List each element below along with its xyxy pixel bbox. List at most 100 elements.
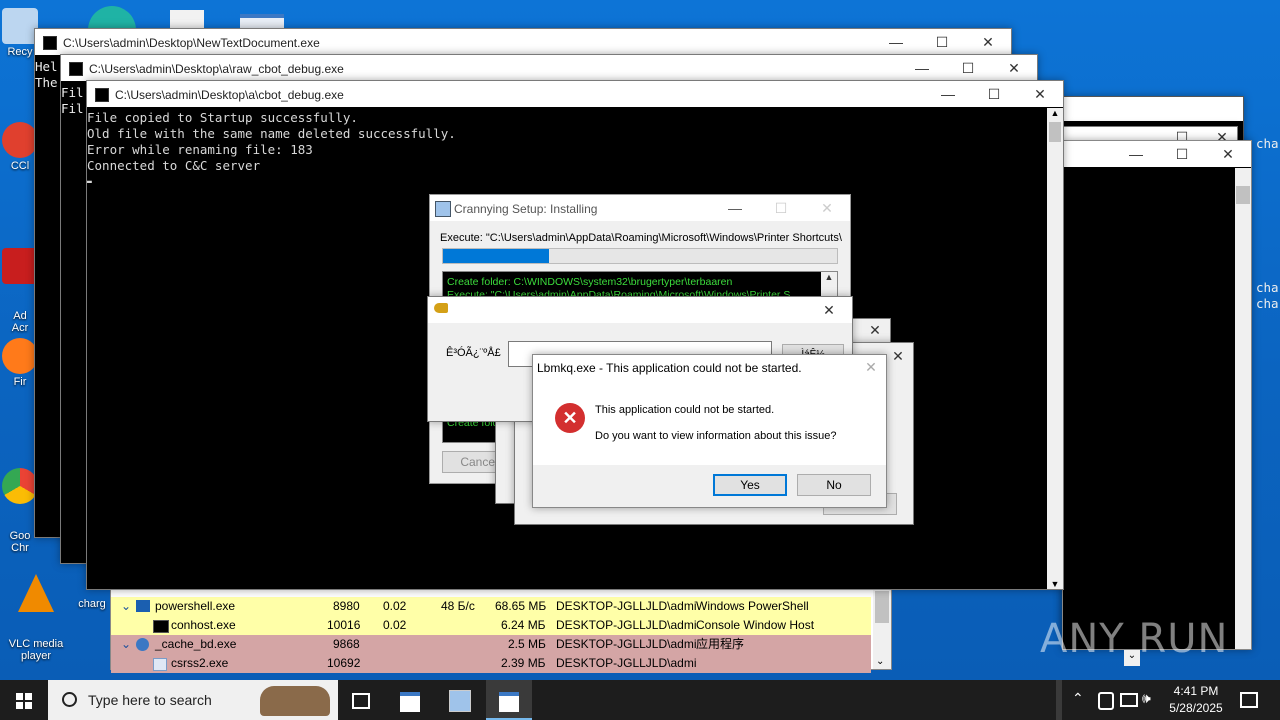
window-close-button[interactable]: ✕: [965, 29, 1011, 55]
install-progress-bar: [442, 248, 838, 264]
process-name: csrss2.exe: [171, 656, 229, 670]
window-close-button[interactable]: ✕: [883, 343, 913, 369]
table-row[interactable]: ⌄ powershell.exe 8980 0.02 48 Б/с 68.65 …: [111, 597, 871, 616]
no-button[interactable]: No: [797, 474, 871, 496]
window-close-button[interactable]: ✕: [991, 55, 1037, 81]
file-icon[interactable]: [170, 10, 204, 30]
clock[interactable]: 4:41 PM 5/28/2025: [1164, 683, 1228, 717]
window-close-button[interactable]: ✕: [806, 297, 852, 323]
volume-icon[interactable]: 🕪: [1142, 690, 1151, 707]
window-titlebar[interactable]: ✕: [428, 297, 852, 323]
show-hidden-icons-chevron-icon[interactable]: ⌃: [1072, 690, 1084, 707]
error-dialog[interactable]: Lbmkq.exe - This application could not b…: [532, 354, 887, 508]
window-minimize-button[interactable]: —: [925, 81, 971, 107]
process-memory: 6.24 МБ: [501, 618, 546, 632]
notification-center-icon[interactable]: [1240, 692, 1258, 708]
ccleaner-icon: [2, 122, 38, 158]
network-icon[interactable]: [1098, 692, 1114, 710]
table-row[interactable]: ⌄ _cache_bd.exe 9868 2.5 МБ DESKTOP-JGLL…: [111, 635, 871, 654]
process-user: DESKTOP-JGLLJLD\admi: [556, 656, 697, 670]
process-user: DESKTOP-JGLLJLD\admi: [556, 599, 697, 613]
taskbar-divider: [1056, 680, 1062, 720]
window-minimize-button[interactable]: —: [1113, 141, 1159, 167]
window-maximize-button[interactable]: ☐: [758, 195, 804, 221]
search-icon: [62, 692, 77, 707]
console-icon: [69, 62, 83, 76]
window-maximize-button[interactable]: ☐: [1159, 141, 1205, 167]
windows-logo-icon: [16, 693, 32, 709]
scroll-down-icon[interactable]: ⌄: [1124, 650, 1140, 666]
process-name: conhost.exe: [171, 618, 236, 632]
console-app-icon: [499, 692, 519, 712]
process-memory: 2.39 МБ: [501, 656, 546, 670]
console-cursor: ▬: [87, 177, 92, 186]
process-pid: 8980: [333, 599, 360, 613]
window-close-button[interactable]: ✕: [1205, 141, 1251, 167]
window-minimize-button[interactable]: —: [873, 29, 919, 55]
process-description: Windows PowerShell: [696, 599, 809, 613]
network-wired-icon[interactable]: [1120, 693, 1138, 707]
process-cpu: 0.02: [383, 599, 407, 613]
scroll-up-icon[interactable]: ▲: [821, 272, 837, 282]
taskbar-app-explorer[interactable]: [388, 680, 432, 720]
scroll-down-icon[interactable]: ▼: [1047, 579, 1063, 589]
window-close-button[interactable]: ✕: [804, 195, 850, 221]
vertical-scrollbar[interactable]: ▲ ▼: [1047, 108, 1063, 589]
chrome-icon: [2, 468, 38, 504]
expand-chevron-icon[interactable]: ⌄: [121, 635, 131, 654]
process-pid: 10016: [327, 618, 361, 632]
table-row[interactable]: conhost.exe 10016 0.02 6.24 МБ DESKTOP-J…: [111, 616, 871, 635]
window-close-button[interactable]: ✕: [1017, 81, 1063, 107]
console-output: File copied to Startup successfully. Old…: [87, 110, 456, 190]
desktop-icon-charg[interactable]: charg: [70, 598, 114, 610]
right-console-text-mid: cha cha: [1256, 280, 1279, 311]
right-console-window-front[interactable]: ✕ ☐ —: [1062, 140, 1252, 650]
window-title: Crannying Setup: Installing: [454, 202, 598, 216]
vertical-scrollbar[interactable]: [1235, 168, 1251, 649]
recycle-bin-icon: [2, 8, 38, 44]
search-box[interactable]: Type here to search: [48, 680, 338, 720]
process-list-panel[interactable]: ⌄ powershell.exe 8980 0.02 48 Б/с 68.65 …: [110, 580, 892, 673]
log-line: Create folder: C:\WINDOWS\system32\bruge…: [447, 276, 733, 288]
process-name: _cache_bd.exe: [155, 637, 237, 651]
taskbar-app-installer[interactable]: [436, 680, 482, 720]
search-placeholder: Type here to search: [88, 692, 212, 708]
scroll-up-icon[interactable]: ▲: [1047, 108, 1063, 122]
error-dialog-title: Lbmkq.exe - This application could not b…: [537, 361, 802, 375]
error-icon: ✕: [555, 403, 585, 433]
clock-date: 5/28/2025: [1169, 701, 1223, 715]
installer-icon: [449, 690, 471, 712]
window-titlebar[interactable]: ✕ ☐ —: [1063, 141, 1251, 167]
task-view-button[interactable]: [340, 680, 380, 720]
key-icon: [434, 303, 448, 313]
firefox-icon: [2, 338, 38, 374]
window-title: C:\Users\admin\Desktop\a\raw_cbot_debug.…: [89, 62, 344, 76]
process-cpu: 0.02: [383, 618, 407, 632]
expand-chevron-icon[interactable]: ⌄: [121, 597, 131, 616]
window-titlebar[interactable]: C:\Users\admin\Desktop\NewTextDocument.e…: [35, 29, 1011, 55]
desktop-icon-label: VLC media player: [8, 638, 64, 662]
window-minimize-button[interactable]: —: [899, 55, 945, 81]
taskbar: Type here to search ⌃ 🕪 4:41 PM 5/28/202…: [0, 680, 1280, 720]
scroll-down-icon[interactable]: ⌄: [876, 656, 884, 667]
window-close-button[interactable]: ✕: [856, 355, 886, 379]
start-button[interactable]: [0, 680, 48, 720]
yes-button[interactable]: Yes: [713, 474, 787, 496]
vlc-cone-icon: [18, 574, 54, 612]
desktop-icon-vlc[interactable]: VLC media player: [0, 550, 72, 680]
table-row[interactable]: csrss2.exe 10692 2.39 МБ DESKTOP-JGLLJLD…: [111, 654, 871, 673]
window-close-button[interactable]: ✕: [860, 319, 890, 341]
window-titlebar[interactable]: C:\Users\admin\Desktop\a\raw_cbot_debug.…: [61, 55, 1037, 81]
execute-status-text: Execute: "C:\Users\admin\AppData\Roaming…: [440, 232, 842, 244]
console-icon: [43, 36, 57, 50]
window-maximize-button[interactable]: ☐: [945, 55, 991, 81]
process-memory: 2.5 МБ: [508, 637, 546, 651]
taskbar-app-console-active[interactable]: [486, 680, 532, 720]
window-titlebar[interactable]: C:\Users\admin\Desktop\a\cbot_debug.exe …: [87, 81, 1063, 107]
clock-time: 4:41 PM: [1173, 684, 1219, 698]
window-maximize-button[interactable]: ☐: [919, 29, 965, 55]
window-titlebar[interactable]: Crannying Setup: Installing ✕ ☐ —: [430, 195, 850, 221]
window-maximize-button[interactable]: ☐: [971, 81, 1017, 107]
window-minimize-button[interactable]: —: [712, 195, 758, 221]
vertical-scrollbar[interactable]: ⌄: [873, 581, 891, 669]
